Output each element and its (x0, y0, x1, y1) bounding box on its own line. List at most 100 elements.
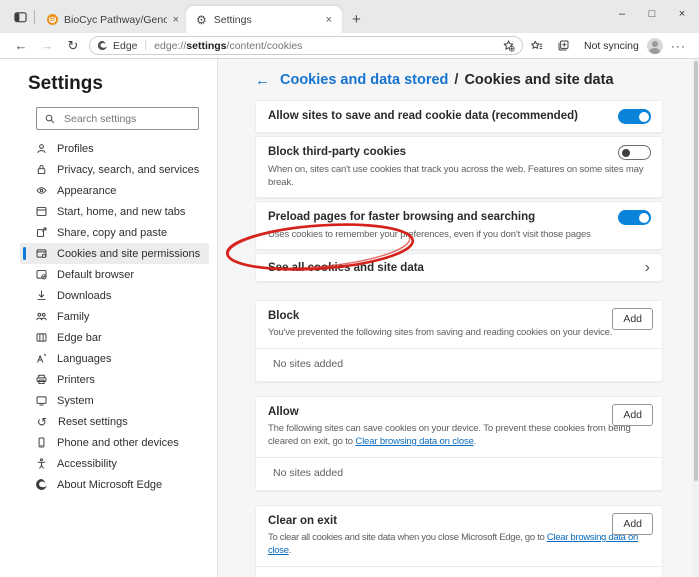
tab-actions-menu-button[interactable] (8, 5, 32, 29)
browser-window: B BioCyc Pathway/Genome Databa × ⚙ Setti… (0, 0, 699, 577)
allow-sites-card: Allow The following sites can save cooki… (255, 396, 663, 491)
cookies-permissions-icon (35, 247, 48, 260)
sidebar-item-label: Default browser (57, 269, 134, 281)
sidebar-item-label: Phone and other devices (57, 437, 179, 449)
sidebar-item-system[interactable]: System (20, 390, 209, 411)
sidebar-item-start-home-tabs[interactable]: Start, home, and new tabs (20, 201, 209, 222)
address-separator: | (145, 40, 148, 51)
setting-row-allow-cookies: Allow sites to save and read cookie data… (255, 100, 663, 133)
forward-button[interactable]: → (34, 39, 60, 52)
setting-description: When on, sites can't use cookies that tr… (268, 163, 650, 189)
sidebar-nav: Profiles Privacy, search, and services A… (0, 138, 217, 495)
maximize-button[interactable]: □ (637, 0, 667, 28)
add-allow-site-button[interactable]: Add (612, 404, 653, 426)
sidebar-item-share-copy-paste[interactable]: Share, copy and paste (20, 222, 209, 243)
new-tab-button[interactable]: + (352, 12, 361, 27)
allow-cookies-toggle[interactable] (618, 109, 651, 124)
refresh-button[interactable]: ↻ (60, 39, 86, 52)
sync-status-label[interactable]: Not syncing (584, 40, 639, 52)
block-third-party-toggle[interactable] (618, 145, 651, 160)
edge-bar-icon (35, 331, 48, 344)
add-block-site-button[interactable]: Add (612, 308, 653, 330)
favorites-bar-icon[interactable] (523, 39, 550, 52)
sidebar-item-accessibility[interactable]: Accessibility (20, 453, 209, 474)
sidebar-item-phone-devices[interactable]: Phone and other devices (20, 432, 209, 453)
tab-title: Settings (214, 14, 320, 26)
see-all-cookies-row[interactable]: See all cookies and site data › (255, 253, 663, 282)
default-browser-icon (35, 268, 48, 281)
address-bar[interactable]: Edge | edge://settings/content/cookies (89, 36, 523, 55)
sidebar-item-printers[interactable]: Printers (20, 369, 209, 390)
preload-pages-toggle[interactable] (618, 210, 651, 225)
settings-sidebar: Settings Profiles Privacy, search, and s… (0, 59, 218, 577)
sidebar-item-edge-bar[interactable]: Edge bar (20, 327, 209, 348)
edge-badge-label: Edge (113, 40, 138, 52)
block-sites-card: Block You've prevented the following sit… (255, 300, 663, 382)
window-icon (35, 205, 48, 218)
accessibility-icon (35, 457, 48, 470)
profile-avatar[interactable] (647, 38, 663, 54)
sidebar-item-label: Accessibility (57, 458, 117, 470)
tab-close-icon[interactable]: × (324, 14, 334, 26)
section-title: Allow (268, 406, 594, 418)
settings-and-more-button[interactable]: ··· (671, 39, 686, 53)
tab-strip: B BioCyc Pathway/Genome Databa × ⚙ Setti… (0, 0, 699, 33)
sidebar-item-reset-settings[interactable]: ↺ Reset settings (20, 411, 209, 432)
sidebar-item-default-browser[interactable]: Default browser (20, 264, 209, 285)
sidebar-item-label: System (57, 395, 94, 407)
clear-browsing-data-link[interactable]: Clear browsing data on close (355, 436, 473, 447)
setting-title: Allow sites to save and read cookie data… (268, 109, 608, 124)
sidebar-item-cookies-site-permissions[interactable]: Cookies and site permissions (20, 243, 209, 264)
profiles-icon (35, 142, 48, 155)
setting-row-preload-pages: Preload pages for faster browsing and se… (255, 201, 663, 250)
sidebar-item-privacy[interactable]: Privacy, search, and services (20, 159, 209, 180)
collections-icon[interactable] (550, 39, 577, 52)
sidebar-item-label: Profiles (57, 143, 94, 155)
empty-state-text: No sites added (256, 566, 662, 577)
sidebar-item-label: Cookies and site permissions (57, 248, 200, 260)
section-description: You've prevented the following sites fro… (268, 326, 650, 339)
section-title: Block (268, 310, 594, 322)
tab-biocyc[interactable]: B BioCyc Pathway/Genome Databa × (40, 6, 186, 33)
page-content: Settings Profiles Privacy, search, and s… (0, 59, 699, 577)
section-description: The following sites can save cookies on … (268, 422, 650, 448)
sidebar-item-appearance[interactable]: Appearance (20, 180, 209, 201)
settings-search-box[interactable] (36, 107, 199, 130)
close-button[interactable]: × (667, 0, 697, 28)
lock-icon (35, 163, 48, 176)
sidebar-item-label: Start, home, and new tabs (57, 206, 185, 218)
sidebar-item-label: Downloads (57, 290, 111, 302)
tab-actions-icon (14, 11, 27, 23)
add-favorite-star-icon[interactable] (502, 39, 515, 52)
page-title: Cookies and site data (464, 72, 613, 88)
breadcrumb-parent-link[interactable]: Cookies and data stored (280, 72, 448, 88)
tab-close-icon[interactable]: × (171, 14, 181, 26)
scrollbar-thumb[interactable] (694, 61, 698, 481)
back-button[interactable]: ← (8, 39, 34, 52)
family-icon (35, 310, 48, 323)
add-clear-on-exit-site-button[interactable]: Add (612, 513, 653, 535)
appearance-icon (35, 184, 48, 197)
sidebar-item-about-edge[interactable]: About Microsoft Edge (20, 474, 209, 495)
sidebar-item-label: Appearance (57, 185, 116, 197)
section-title: Clear on exit (268, 515, 594, 527)
settings-main-panel: ← Cookies and data stored / Cookies and … (218, 59, 699, 577)
back-arrow-icon[interactable]: ← (255, 73, 270, 88)
printer-icon (35, 373, 48, 386)
breadcrumb: ← Cookies and data stored / Cookies and … (255, 72, 699, 88)
sidebar-item-label: Printers (57, 374, 95, 386)
sidebar-item-label: Edge bar (57, 332, 102, 344)
reset-icon: ↺ (35, 416, 49, 428)
biocyc-favicon: B (47, 14, 58, 25)
chevron-right-icon: › (645, 260, 650, 276)
sidebar-item-profiles[interactable]: Profiles (20, 138, 209, 159)
sidebar-item-family[interactable]: Family (20, 306, 209, 327)
tab-settings[interactable]: ⚙ Settings × (186, 6, 342, 33)
sidebar-item-languages[interactable]: Languages (20, 348, 209, 369)
setting-row-block-third-party: Block third-party cookies When on, sites… (255, 136, 663, 198)
search-input[interactable] (62, 112, 198, 126)
settings-gear-favicon: ⚙ (196, 14, 207, 26)
edge-logo-icon (35, 478, 48, 491)
sidebar-item-downloads[interactable]: Downloads (20, 285, 209, 306)
minimize-button[interactable]: – (607, 0, 637, 28)
